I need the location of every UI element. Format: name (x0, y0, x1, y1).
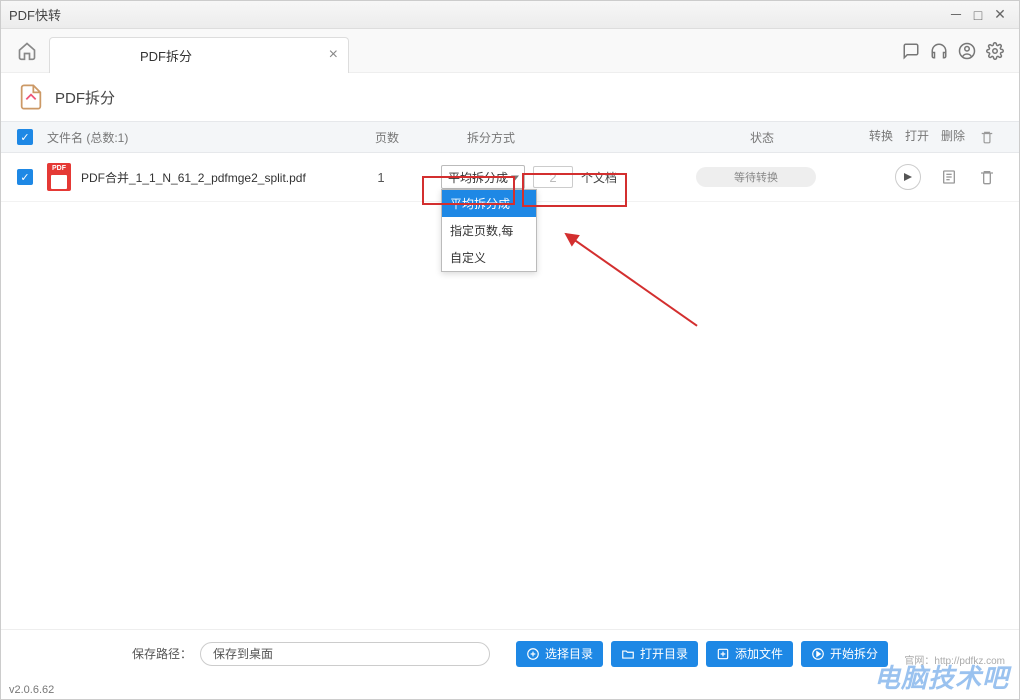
chat-icon[interactable] (897, 37, 925, 65)
headphones-icon[interactable] (925, 37, 953, 65)
delete-all-icon[interactable] (977, 127, 997, 147)
minimize-button[interactable]: － (945, 5, 967, 25)
dropdown-option-custom[interactable]: 自定义 (442, 244, 536, 271)
split-mode-cell: 平均拆分成 平均拆分成 指定页数,每 自定义 个文档 (411, 165, 691, 189)
column-header-row: ✓ 文件名 (总数:1) 页数 拆分方式 状态 转换 打开 删除 (1, 121, 1019, 153)
app-title: PDF快转 (9, 5, 945, 24)
tab-label: PDF拆分 (140, 46, 192, 65)
tab-close-button[interactable]: × (329, 46, 338, 64)
col-pages: 页数 (357, 129, 417, 146)
add-file-button[interactable]: 添加文件 (706, 641, 793, 667)
page-header: PDF拆分 (1, 73, 1019, 121)
maximize-button[interactable]: □ (967, 7, 989, 23)
annotation-arrow (565, 233, 697, 326)
page-title: PDF拆分 (55, 87, 115, 108)
choose-dir-button[interactable]: 选择目录 (516, 641, 603, 667)
col-status: 状态 (697, 129, 827, 146)
open-file-button[interactable] (939, 167, 959, 187)
col-split-mode: 拆分方式 (417, 129, 697, 146)
dropdown-option-pages[interactable]: 指定页数,每 (442, 217, 536, 244)
col-filename: 文件名 (总数:1) (47, 129, 357, 146)
col-open: 打开 (905, 127, 929, 147)
split-count-input[interactable] (533, 166, 573, 188)
status-badge: 等待转换 (696, 167, 816, 187)
file-row: ✓ PDF合并_1_1_N_61_2_pdfmge2_split.pdf 1 平… (1, 153, 1019, 202)
col-delete: 删除 (941, 127, 965, 147)
tab-pdf-split[interactable]: PDF拆分 × (49, 37, 349, 73)
open-dir-button[interactable]: 打开目录 (611, 641, 698, 667)
pdf-file-icon (47, 163, 71, 191)
start-split-button[interactable]: 开始拆分 (801, 641, 888, 667)
top-toolbar: PDF拆分 × (1, 29, 1019, 73)
save-path-label: 保存路径： (132, 645, 192, 662)
split-mode-select[interactable]: 平均拆分成 (441, 165, 525, 189)
split-mode-value: 平均拆分成 (448, 169, 508, 186)
home-button[interactable] (11, 35, 43, 67)
convert-button[interactable] (895, 164, 921, 190)
file-name: PDF合并_1_1_N_61_2_pdfmge2_split.pdf (81, 169, 351, 186)
settings-icon[interactable] (981, 37, 1009, 65)
close-button[interactable]: ✕ (989, 6, 1011, 23)
col-convert: 转换 (869, 127, 893, 147)
delete-row-button[interactable] (977, 167, 997, 187)
dropdown-option-average[interactable]: 平均拆分成 (442, 190, 536, 217)
pdf-split-icon (17, 83, 45, 111)
title-bar: PDF快转 － □ ✕ (1, 1, 1019, 29)
split-mode-dropdown: 平均拆分成 指定页数,每 自定义 (441, 189, 537, 272)
home-icon (17, 41, 37, 61)
version-label: v2.0.6.62 (9, 684, 54, 696)
select-all-checkbox[interactable]: ✓ (17, 129, 33, 145)
save-path-input[interactable]: 保存到桌面 (200, 642, 490, 666)
page-count: 1 (351, 170, 411, 185)
footer-bar: 保存路径： 保存到桌面 选择目录 打开目录 添加文件 开始拆分 (1, 629, 1019, 677)
split-suffix-label: 个文档 (581, 169, 617, 186)
row-checkbox[interactable]: ✓ (17, 169, 33, 185)
user-icon[interactable] (953, 37, 981, 65)
